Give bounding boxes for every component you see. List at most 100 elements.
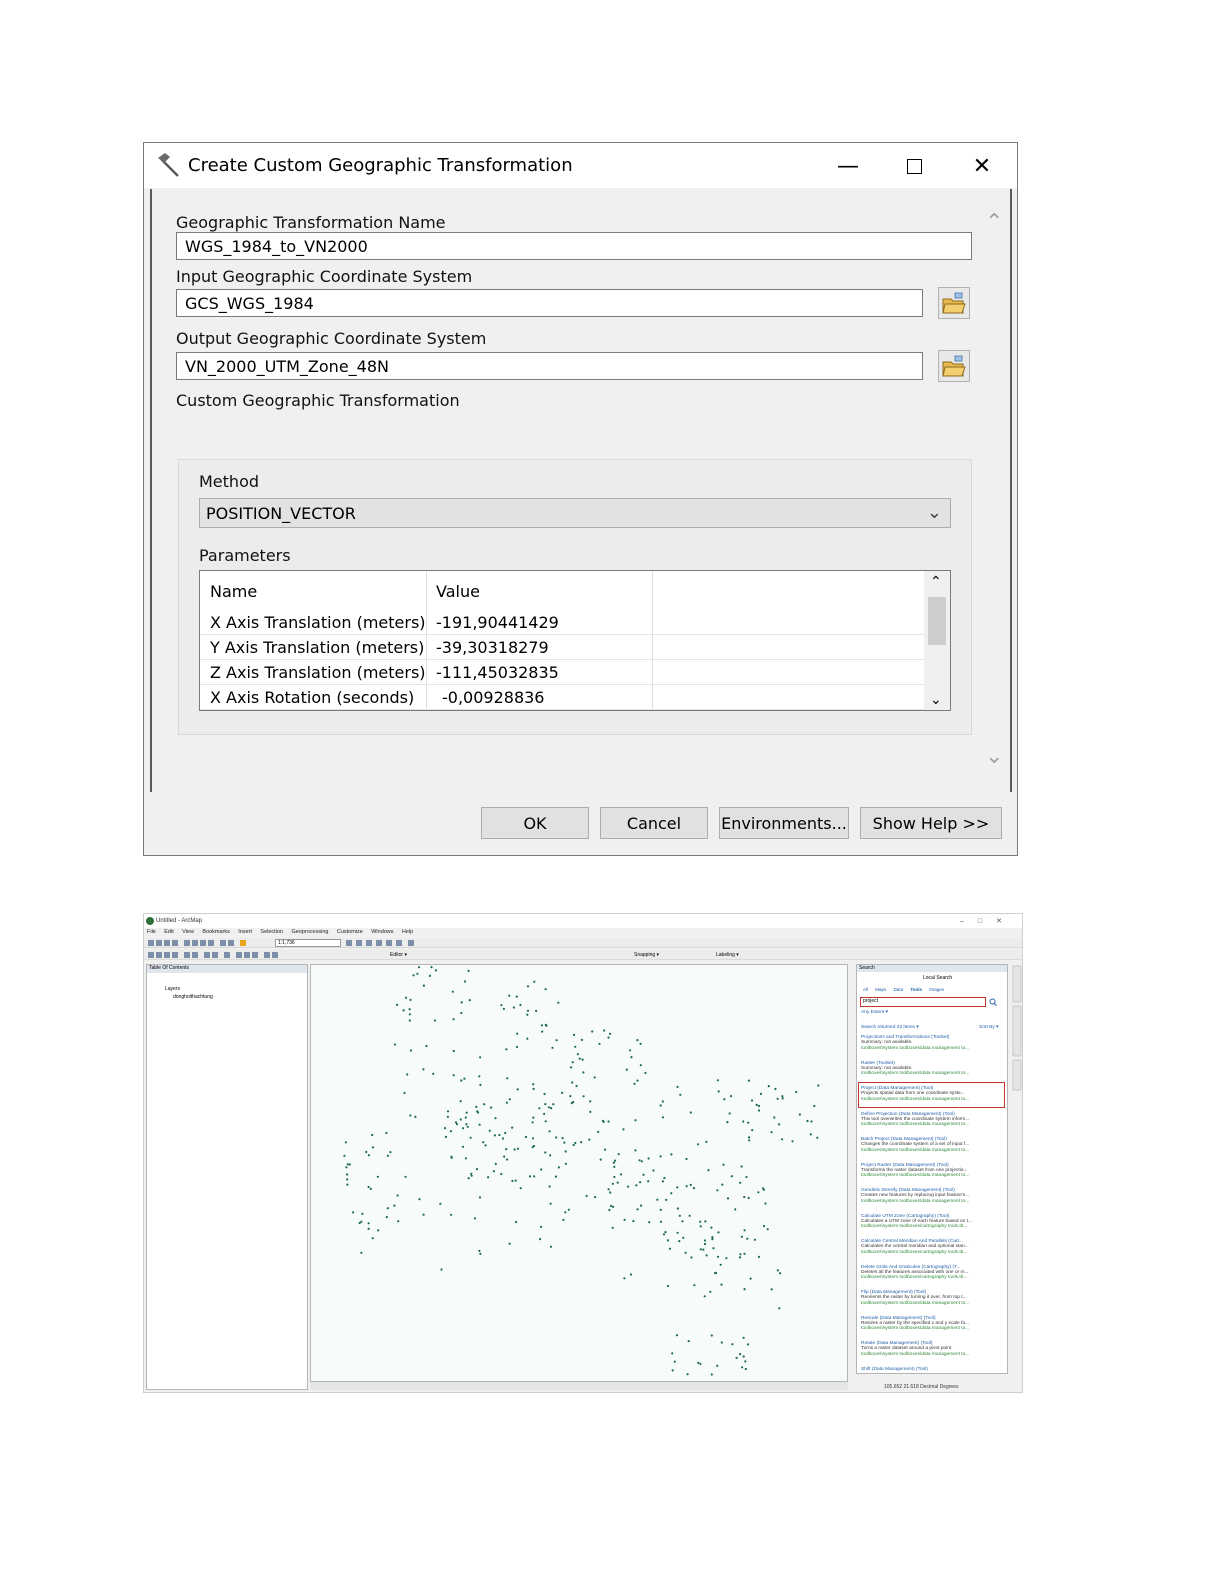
maximize-button[interactable] <box>892 147 936 185</box>
cut-icon[interactable] <box>184 940 190 946</box>
open-icon[interactable] <box>156 940 162 946</box>
search-result-item[interactable]: Projections and Transformations (Toolset… <box>861 1035 1005 1051</box>
zoom-in-icon[interactable] <box>148 952 154 958</box>
snapping-menu[interactable]: Snapping ▾ <box>634 952 659 958</box>
select-features-icon[interactable] <box>224 952 230 958</box>
parameter-row[interactable]: X Axis Rotation (seconds) -0,00928836 <box>200 685 924 710</box>
search-scope[interactable]: Local Search <box>923 975 952 981</box>
pan-icon[interactable] <box>164 952 170 958</box>
forward-extent-icon[interactable] <box>212 952 218 958</box>
redo-icon[interactable] <box>228 940 234 946</box>
parameters-scrollbar[interactable]: ⌃ ⌄ <box>924 571 950 710</box>
measure-icon[interactable] <box>272 952 278 958</box>
map-view[interactable] <box>310 964 848 1382</box>
zoom-out-icon[interactable] <box>156 952 162 958</box>
parameter-value[interactable]: -0,00928836 <box>442 688 544 707</box>
parameters-grid[interactable]: Name Value X Axis Translation (meters) -… <box>199 570 951 711</box>
environments-button[interactable]: Environments... <box>719 807 849 839</box>
toc-window-icon[interactable] <box>356 940 362 946</box>
input-gcs-browse-button[interactable] <box>938 287 970 319</box>
search-tab-data[interactable]: Data <box>894 987 904 992</box>
minimize-button[interactable]: — <box>826 147 870 185</box>
labeling-menu[interactable]: Labeling ▾ <box>716 952 739 958</box>
parameter-row[interactable]: Y Axis Translation (meters) -39,30318279 <box>200 635 924 660</box>
parameter-value[interactable]: -39,30318279 <box>436 638 549 657</box>
editor-menu[interactable]: Editor ▾ <box>390 952 407 958</box>
menu-insert[interactable]: Insert <box>238 929 252 935</box>
search-result-item[interactable]: Calculate UTM Zone (Cartography) (Tool) C… <box>861 1214 1005 1230</box>
select-elements-icon[interactable] <box>236 952 242 958</box>
any-extent-link[interactable]: Any Extent ▾ <box>861 1010 888 1015</box>
search-tab-all[interactable]: All <box>863 987 868 992</box>
scroll-down-icon[interactable]: ⌄ <box>930 691 942 708</box>
cancel-button[interactable]: Cancel <box>600 807 708 839</box>
scroll-up-icon[interactable]: ⌃ <box>930 573 942 590</box>
search-tab-maps[interactable]: Maps <box>875 987 886 992</box>
search-result-item[interactable]: Define Projection (Data Management) (Too… <box>861 1112 1005 1128</box>
new-icon[interactable] <box>148 940 154 946</box>
search-result-item[interactable]: Delete Grids And Graticules (Cartography… <box>861 1265 1005 1281</box>
editor-toolbar-icon[interactable] <box>346 940 352 946</box>
map-horizontal-scrollbar[interactable] <box>310 1382 848 1390</box>
delete-icon[interactable] <box>208 940 214 946</box>
parameter-row[interactable]: X Axis Translation (meters) -191,9044142… <box>200 610 924 635</box>
arctoolbox-icon[interactable] <box>386 940 392 946</box>
search-result-item[interactable]: Batch Project (Data Management) (Tool) Ch… <box>861 1137 1005 1153</box>
search-icon[interactable] <box>989 997 997 1007</box>
search-tabs[interactable]: All Maps Data Tools Images <box>863 987 944 992</box>
arcmap-window-controls[interactable]: –□✕ <box>960 917 1016 925</box>
add-data-icon[interactable] <box>240 940 246 946</box>
search-result-item[interactable]: Geodetic Densify (Data Management) (Tool… <box>861 1188 1005 1204</box>
fixed-zoom-in-icon[interactable] <box>184 952 190 958</box>
search-result-item[interactable]: Project (Data Management) (Tool) Projects… <box>861 1086 1005 1102</box>
menu-bookmarks[interactable]: Bookmarks <box>202 929 230 935</box>
menu-windows[interactable]: Windows <box>371 929 393 935</box>
menu-file[interactable]: File <box>147 929 156 935</box>
search-result-item[interactable]: Shift (Data Management) (Tool) <box>861 1367 1005 1372</box>
search-input[interactable]: project <box>860 997 986 1007</box>
scale-combobox[interactable]: 1:1,736 <box>275 939 341 947</box>
toc-layers[interactable]: Layers <box>165 986 180 992</box>
output-gcs-browse-button[interactable] <box>938 350 970 382</box>
menu-geoprocessing[interactable]: Geoprocessing <box>291 929 328 935</box>
search-result-item[interactable]: Project Raster (Data Management) (Tool) T… <box>861 1163 1005 1179</box>
back-extent-icon[interactable] <box>204 952 210 958</box>
toc-layer-item[interactable]: donghoithachtung <box>173 994 213 1000</box>
search-result-item[interactable]: Calculate Central Meridian And Parallels… <box>861 1239 1005 1255</box>
fixed-zoom-out-icon[interactable] <box>192 952 198 958</box>
parameter-value[interactable]: -191,90441429 <box>436 613 559 632</box>
search-result-item[interactable]: Rescale (Data Management) (Tool) Resizes … <box>861 1316 1005 1332</box>
undo-icon[interactable] <box>220 940 226 946</box>
parameter-row[interactable]: Z Axis Translation (meters) -111,4503283… <box>200 660 924 685</box>
transformation-name-input[interactable]: WGS_1984_to_VN2000 <box>176 232 972 260</box>
search-window-icon[interactable] <box>376 940 382 946</box>
search-tab-tools[interactable]: Tools <box>910 987 922 992</box>
model-builder-icon[interactable] <box>408 940 414 946</box>
paste-icon[interactable] <box>200 940 206 946</box>
ok-button[interactable]: OK <box>481 807 589 839</box>
copy-icon[interactable] <box>192 940 198 946</box>
side-dock-tabs[interactable] <box>1012 964 1022 1094</box>
search-count[interactable]: Search returned 23 items ▾ <box>861 1025 919 1030</box>
dialog-scroll-up-icon[interactable]: ⌃ <box>985 209 1003 235</box>
search-tab-images[interactable]: Images <box>929 987 944 992</box>
parameter-value[interactable]: -111,45032835 <box>436 663 559 682</box>
python-icon[interactable] <box>396 940 402 946</box>
search-result-item[interactable]: Rotate (Data Management) (Tool) Turns a r… <box>861 1341 1005 1357</box>
menu-help[interactable]: Help <box>402 929 413 935</box>
method-dropdown[interactable]: POSITION_VECTOR ⌄ <box>199 498 951 528</box>
full-extent-icon[interactable] <box>172 952 178 958</box>
input-gcs-field[interactable]: GCS_WGS_1984 <box>176 289 923 317</box>
show-help-button[interactable]: Show Help >> <box>860 807 1002 839</box>
search-result-item[interactable]: Flip (Data Management) (Tool) Reorients t… <box>861 1290 1005 1306</box>
menu-view[interactable]: View <box>182 929 194 935</box>
close-button[interactable]: ✕ <box>960 147 1004 185</box>
search-result-item[interactable]: Raster (Toolset) Summary: not available. t… <box>861 1061 1005 1077</box>
dialog-scroll-down-icon[interactable]: ⌄ <box>985 743 1003 769</box>
save-icon[interactable] <box>164 940 170 946</box>
identify-icon[interactable] <box>244 952 250 958</box>
menu-customize[interactable]: Customize <box>337 929 363 935</box>
hyperlink-icon[interactable] <box>252 952 258 958</box>
scroll-thumb[interactable] <box>928 597 946 645</box>
print-icon[interactable] <box>172 940 178 946</box>
